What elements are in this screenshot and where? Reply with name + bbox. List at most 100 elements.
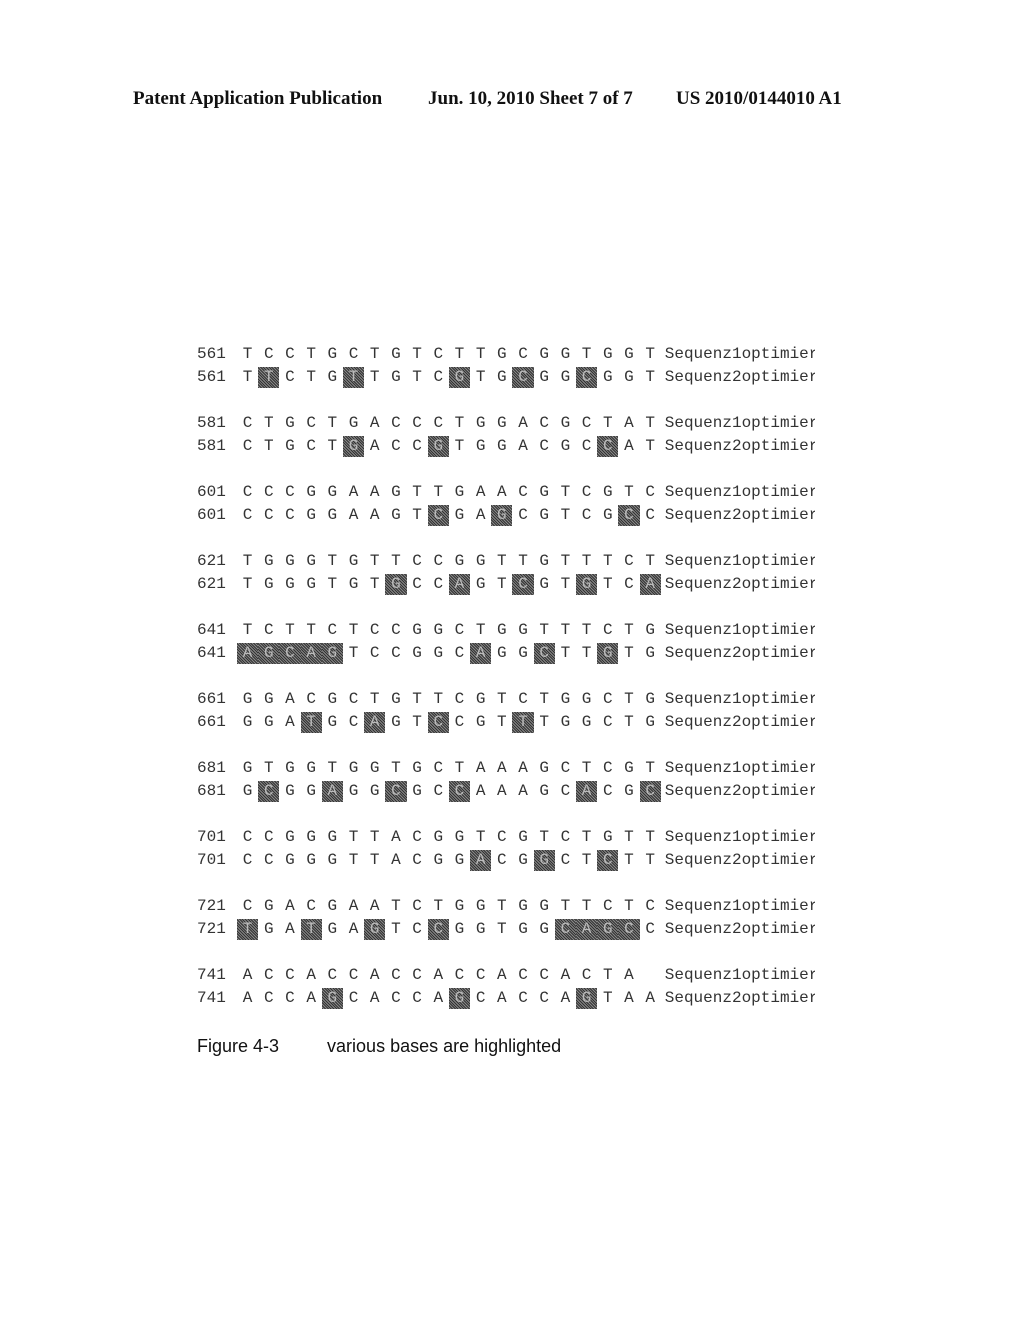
base: G [242,759,253,777]
base: G [348,414,359,432]
base: G [475,897,486,915]
base: T [454,414,465,432]
base: A [497,483,507,501]
alignment-block: 681 G T G G T G G T G C T A A A G C T C G T Sequenz1optimiert… [197,757,827,826]
base: C [497,828,507,846]
base: A [624,989,634,1007]
base: G [348,782,359,800]
seq1-row: 561 T C C T G C T G T C T T G C G G T G G T Sequenz1optimiert [197,343,827,366]
position-number: 741 [197,966,226,984]
position-number: 561 [197,345,226,363]
base: T [497,920,507,938]
base: T [327,437,338,455]
base: G [369,759,380,777]
seq2-row: 701 C C G G G T T A C G G A C G G C T C T T Sequenz2optimiert [197,849,827,872]
base: C [539,414,550,432]
base: A [285,713,295,731]
seq1-row: 721 C G A C G A A T C T G G T G G T T C T C Sequenz1optimiert [197,895,827,918]
base: G [327,851,338,869]
base: T [539,621,550,639]
base: T [369,345,380,363]
highlighted-base: C [279,643,301,664]
base: C [348,966,359,984]
sequence-bases: GGATGCAGTCCGTTTGGCTG [237,712,661,733]
base: C [285,368,295,386]
base: T [645,828,655,846]
base: A [391,828,401,846]
base: G [285,851,295,869]
base: C [602,759,613,777]
seq2-row: 661 G G A T G C A G T C C G T T T G G C T G Sequenz2optimiert [197,711,827,734]
base: G [306,851,316,869]
sequence-bases: TGATGAGTCCGGTGGCAGCC [237,919,661,940]
base: T [475,345,486,363]
base: G [454,828,465,846]
sequence-label: Sequenz2optimiert [664,506,815,524]
seq2-row: 741 A C C A G C A C C A G C A C C A G T A A Sequenz2optimiert [197,987,827,1010]
alignment-block: 641 T C T T C T C C G G C T G G T T T C T G Sequenz1optimiert… [197,619,827,688]
sequence-bases: TCCTGCTGTCTTGCGGTGGT [237,344,661,365]
base: G [539,483,550,501]
base: C [242,897,253,915]
sequence-label: Sequenz2optimiert [664,782,815,800]
base: T [602,989,613,1007]
sequence-label: Sequenz1optimiert [664,414,815,432]
base: T [560,552,571,570]
base: T [433,897,444,915]
sequence-label: Sequenz2optimiert [664,989,815,1007]
publication-type: Patent Application Publication [133,88,383,109]
sequence-bases: CCGGGTTACGGACGGCTCTT [237,850,661,871]
base: C [263,966,274,984]
base: G [327,483,338,501]
base: C [348,713,359,731]
alignment-block: 701 C C G G G T T A C G G T C G T C T G T T Sequenz1optimiert… [197,826,827,895]
base: G [454,897,465,915]
base: C [645,483,655,501]
base: G [433,621,444,639]
base: T [518,552,528,570]
position-number: 581 [197,437,226,455]
highlighted-base: C [597,436,619,457]
base: A [369,897,380,915]
base: C [391,989,401,1007]
highlighted-base: A [576,781,598,802]
base: T [391,920,401,938]
base: C [263,345,274,363]
base: A [475,483,486,501]
highlighted-base: G [576,988,598,1009]
base: C [263,506,274,524]
base: C [306,437,316,455]
highlighted-base: C [427,712,449,733]
highlighted-base: G [321,643,343,664]
base: C [306,414,316,432]
base: A [242,989,253,1007]
sequence-label: Sequenz2optimiert [664,644,815,662]
base: G [285,759,295,777]
base: G [391,368,401,386]
base: A [348,920,359,938]
position-number: 561 [197,368,226,386]
base: C [412,828,422,846]
base: G [454,552,465,570]
base: C [560,851,571,869]
base: T [624,483,634,501]
base: G [539,759,550,777]
base: G [475,552,486,570]
base: G [602,828,613,846]
sequence-label: Sequenz1optimiert [664,483,815,501]
base: C [454,690,465,708]
alignment-block: 661 G G A C G C T G T T C G T C T G G C T G Sequenz1optimiert… [197,688,827,757]
base: G [645,621,655,639]
base: C [391,644,401,662]
sequence-bases: GCGGAGGCGCCAAAGCACGC [237,781,661,802]
base: G [242,713,253,731]
base: G [497,368,507,386]
base: T [539,690,550,708]
base: G [581,690,592,708]
base: G [327,828,338,846]
base: C [433,368,444,386]
base: T [581,644,592,662]
base: T [412,483,422,501]
position-number: 641 [197,644,226,662]
base: A [475,506,486,524]
